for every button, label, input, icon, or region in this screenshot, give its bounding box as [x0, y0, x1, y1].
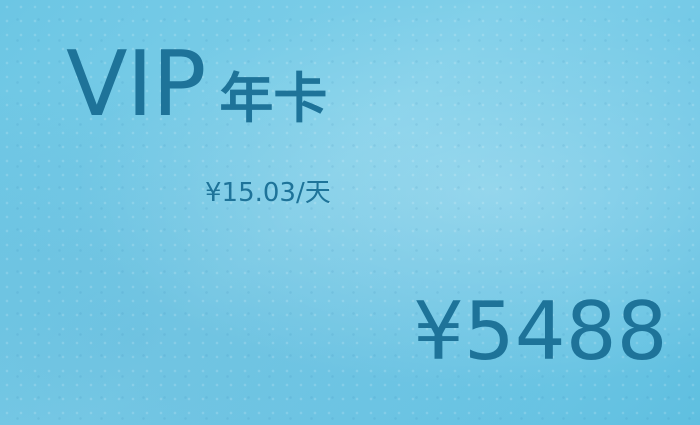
vip-label: VIP: [66, 32, 206, 137]
per-day-price: ¥15.03/天: [205, 178, 331, 208]
card-kind-label: 年卡: [219, 67, 328, 130]
vip-card: VIP 年卡 ¥15.03/天 ¥5488: [0, 0, 700, 425]
total-price: ¥5488: [413, 285, 668, 378]
card-title: VIP 年卡: [66, 40, 327, 130]
